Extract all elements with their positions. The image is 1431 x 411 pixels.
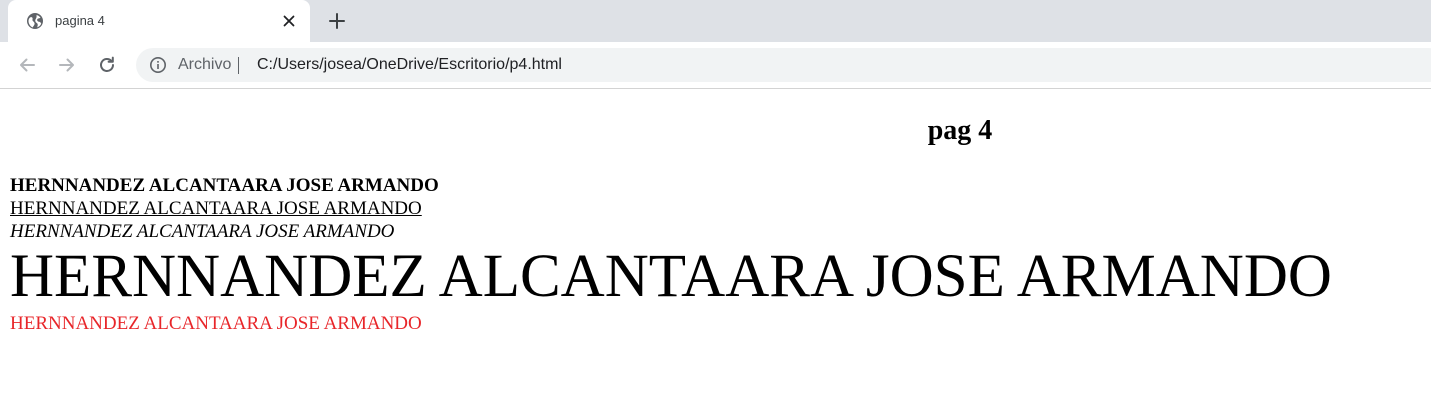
bold-name-line: HERNNANDEZ ALCANTAARA JOSE ARMANDO — [10, 175, 439, 196]
arrow-right-icon[interactable] — [56, 54, 78, 76]
large-name-line: HERNNANDEZ ALCANTAARA JOSE ARMANDO — [10, 243, 1332, 310]
page-heading: pag 4 — [927, 115, 993, 146]
reload-icon[interactable] — [96, 54, 118, 76]
browser-toolbar: Archivo C:/Users/josea/OneDrive/Escritor… — [0, 42, 1431, 88]
globe-icon — [26, 12, 44, 30]
separator — [238, 57, 239, 74]
page-content: pag 4 HERNNANDEZ ALCANTAARA JOSE ARMANDO… — [0, 89, 1431, 411]
close-icon[interactable] — [279, 11, 299, 31]
arrow-left-icon[interactable] — [16, 54, 38, 76]
underlined-name-line: HERNNANDEZ ALCANTAARA JOSE ARMANDO — [10, 198, 422, 219]
italic-name-line: HERNNANDEZ ALCANTAARA JOSE ARMANDO — [10, 221, 395, 242]
tab-pagina-4[interactable]: pagina 4 — [8, 0, 310, 42]
address-bar[interactable]: Archivo C:/Users/josea/OneDrive/Escritor… — [136, 48, 1431, 82]
info-icon[interactable] — [149, 56, 167, 74]
scheme-label: Archivo — [178, 56, 232, 73]
red-name-line: HERNNANDEZ ALCANTAARA JOSE ARMANDO — [10, 313, 422, 334]
plus-icon[interactable] — [326, 10, 348, 32]
url-text[interactable]: C:/Users/josea/OneDrive/Escritorio/p4.ht… — [257, 56, 562, 74]
tab-title: pagina 4 — [55, 13, 105, 28]
tab-strip: pagina 4 — [0, 0, 1431, 42]
